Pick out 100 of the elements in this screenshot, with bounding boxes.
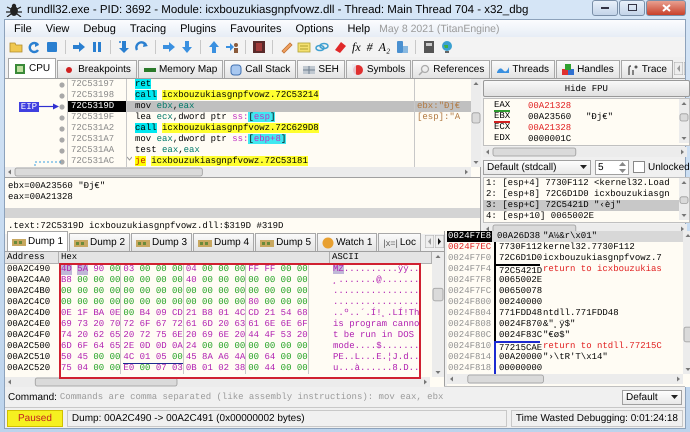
hex-byte[interactable]: 00 <box>93 275 104 286</box>
hex-byte[interactable]: 20 <box>218 319 230 330</box>
scroll-right-button[interactable] <box>435 235 444 248</box>
hex-byte[interactable]: 0D <box>140 341 150 352</box>
hex-byte[interactable]: 03 <box>123 264 134 275</box>
arrow-person-icon[interactable] <box>225 40 239 54</box>
hex-byte[interactable]: 4F <box>264 330 276 341</box>
stack-value[interactable]: 72C6D1D0 <box>494 253 540 266</box>
maximize-button[interactable] <box>619 0 645 16</box>
dark-square-icon[interactable] <box>252 40 266 54</box>
stack-value[interactable]: 0024F83C <box>494 330 540 343</box>
hex-byte[interactable]: 69 <box>202 330 213 341</box>
hex-byte[interactable]: 00 <box>123 286 134 297</box>
stack-address[interactable]: 0024F7F8 <box>447 275 492 286</box>
minimize-button[interactable] <box>592 0 618 16</box>
dot-icon[interactable] <box>59 92 65 98</box>
hex-byte[interactable]: 75 <box>156 330 167 341</box>
hex-byte[interactable]: 00 <box>264 297 276 308</box>
hex-byte[interactable]: 21 <box>186 308 197 319</box>
hex-byte[interactable]: 00 <box>234 297 246 308</box>
hex-byte[interactable]: 72 <box>172 319 183 330</box>
dot-icon[interactable] <box>59 148 65 154</box>
stack-value[interactable]: 00A26D38 <box>494 231 540 242</box>
stack-value[interactable]: 00650078 <box>494 286 540 297</box>
tab[interactable]: Threads <box>491 60 556 78</box>
stack-address[interactable]: 0024F808 <box>447 319 492 330</box>
hex-byte[interactable]: 53 <box>280 330 292 341</box>
register-value[interactable]: 00A23560 <box>528 112 586 123</box>
hex-byte[interactable]: 01 <box>218 308 230 319</box>
menu-item[interactable]: Debug <box>76 22 123 36</box>
stop-icon[interactable] <box>45 40 59 54</box>
hex-byte[interactable]: 00 <box>234 264 246 275</box>
hex-byte[interactable]: 00 <box>172 297 183 308</box>
hex-byte[interactable]: 00 <box>61 286 72 297</box>
tab[interactable]: Dump 2 <box>69 233 130 251</box>
hex-byte[interactable]: 00 <box>186 286 197 297</box>
hex-byte[interactable]: 00 <box>248 352 260 364</box>
hex-byte[interactable]: B4 <box>140 308 150 319</box>
hex-byte[interactable]: FF <box>248 264 260 275</box>
hex-byte[interactable]: 05 <box>156 352 172 364</box>
hex-byte[interactable]: 02 <box>218 363 230 374</box>
toolbar-button[interactable]: A₂ <box>378 40 392 54</box>
tab[interactable]: SEH <box>297 60 345 78</box>
hex-byte[interactable]: 54 <box>280 308 292 319</box>
hex-byte[interactable]: 61 <box>248 319 260 330</box>
stack-address[interactable]: 0024F814 <box>447 352 492 363</box>
hex-byte[interactable]: 38 <box>234 363 246 374</box>
calling-convention-dropdown[interactable]: Default (stdcall) <box>483 160 591 174</box>
device-icon[interactable] <box>395 40 410 54</box>
hex-byte[interactable]: 6F <box>140 319 150 330</box>
hex-byte[interactable]: 00 <box>264 275 276 286</box>
stack-address[interactable]: 0024F7FC <box>447 286 492 297</box>
hex-byte[interactable]: 72 <box>123 319 134 330</box>
hex-byte[interactable]: 72 <box>140 330 150 341</box>
stack-value[interactable]: 0024F870 <box>494 319 540 330</box>
run-icon[interactable] <box>72 40 86 54</box>
globe-icon[interactable] <box>440 40 454 54</box>
hex-byte[interactable]: 00 <box>202 297 213 308</box>
menu-item[interactable]: File <box>7 22 39 36</box>
hex-byte[interactable]: 00 <box>296 297 308 308</box>
stack-address[interactable]: 0024F800 <box>447 297 492 308</box>
argument-row[interactable]: 2: [esp+8] 72C6D1D0 icxbouzukiasgn <box>484 189 679 200</box>
arrow-right-icon[interactable] <box>162 40 176 54</box>
hex-byte[interactable]: 00 <box>140 363 150 374</box>
hex-byte[interactable]: 00 <box>280 341 292 352</box>
hex-byte[interactable]: 61 <box>186 319 197 330</box>
hex-byte[interactable]: 6E <box>280 319 292 330</box>
hex-byte[interactable]: B8 <box>61 275 72 286</box>
hex-byte[interactable]: 0D <box>156 341 167 352</box>
argument-row[interactable]: 1: [esp+4] 7730F112 <kernel32.Load <box>484 178 679 189</box>
stack-address[interactable]: 0024F7F4 <box>447 264 492 277</box>
hex-byte[interactable]: 20 <box>93 319 104 330</box>
hex-byte[interactable]: 00 <box>172 264 183 275</box>
hex-byte[interactable]: 67 <box>156 319 167 330</box>
hex-byte[interactable]: 00 <box>280 297 292 308</box>
command-field[interactable]: Commands are comma separated (like assembly instructions): mov eax, ebx <box>60 390 619 404</box>
hex-byte[interactable]: 04 <box>186 264 197 275</box>
hex-byte[interactable]: 6F <box>296 319 308 330</box>
tab[interactable]: References <box>412 60 490 78</box>
hex-byte[interactable]: 00 <box>202 264 213 275</box>
scrollbar[interactable] <box>678 178 689 220</box>
hex-byte[interactable]: A6 <box>218 352 230 364</box>
hex-byte[interactable]: 00 <box>110 286 120 297</box>
hex-byte[interactable]: 21 <box>264 308 276 319</box>
hex-byte[interactable]: 80 <box>248 297 260 308</box>
dot-icon[interactable] <box>59 136 65 142</box>
hex-byte[interactable]: E0 <box>123 363 134 374</box>
hex-byte[interactable]: 00 <box>280 275 292 286</box>
hex-byte[interactable]: 00 <box>202 286 213 297</box>
dot-icon[interactable] <box>59 104 65 110</box>
toolbar-button[interactable]: fx <box>351 40 362 54</box>
hex-byte[interactable]: 1F <box>77 308 88 319</box>
scrollbar[interactable] <box>447 374 683 384</box>
hex-byte[interactable]: 00 <box>280 352 292 364</box>
hex-byte[interactable]: 64 <box>264 352 276 364</box>
step-into-icon[interactable] <box>117 40 131 54</box>
notes-icon[interactable] <box>297 40 311 54</box>
hex-byte[interactable]: 45 <box>77 352 88 364</box>
tab[interactable]: Trace <box>620 60 673 78</box>
calculator-icon[interactable] <box>422 40 436 54</box>
